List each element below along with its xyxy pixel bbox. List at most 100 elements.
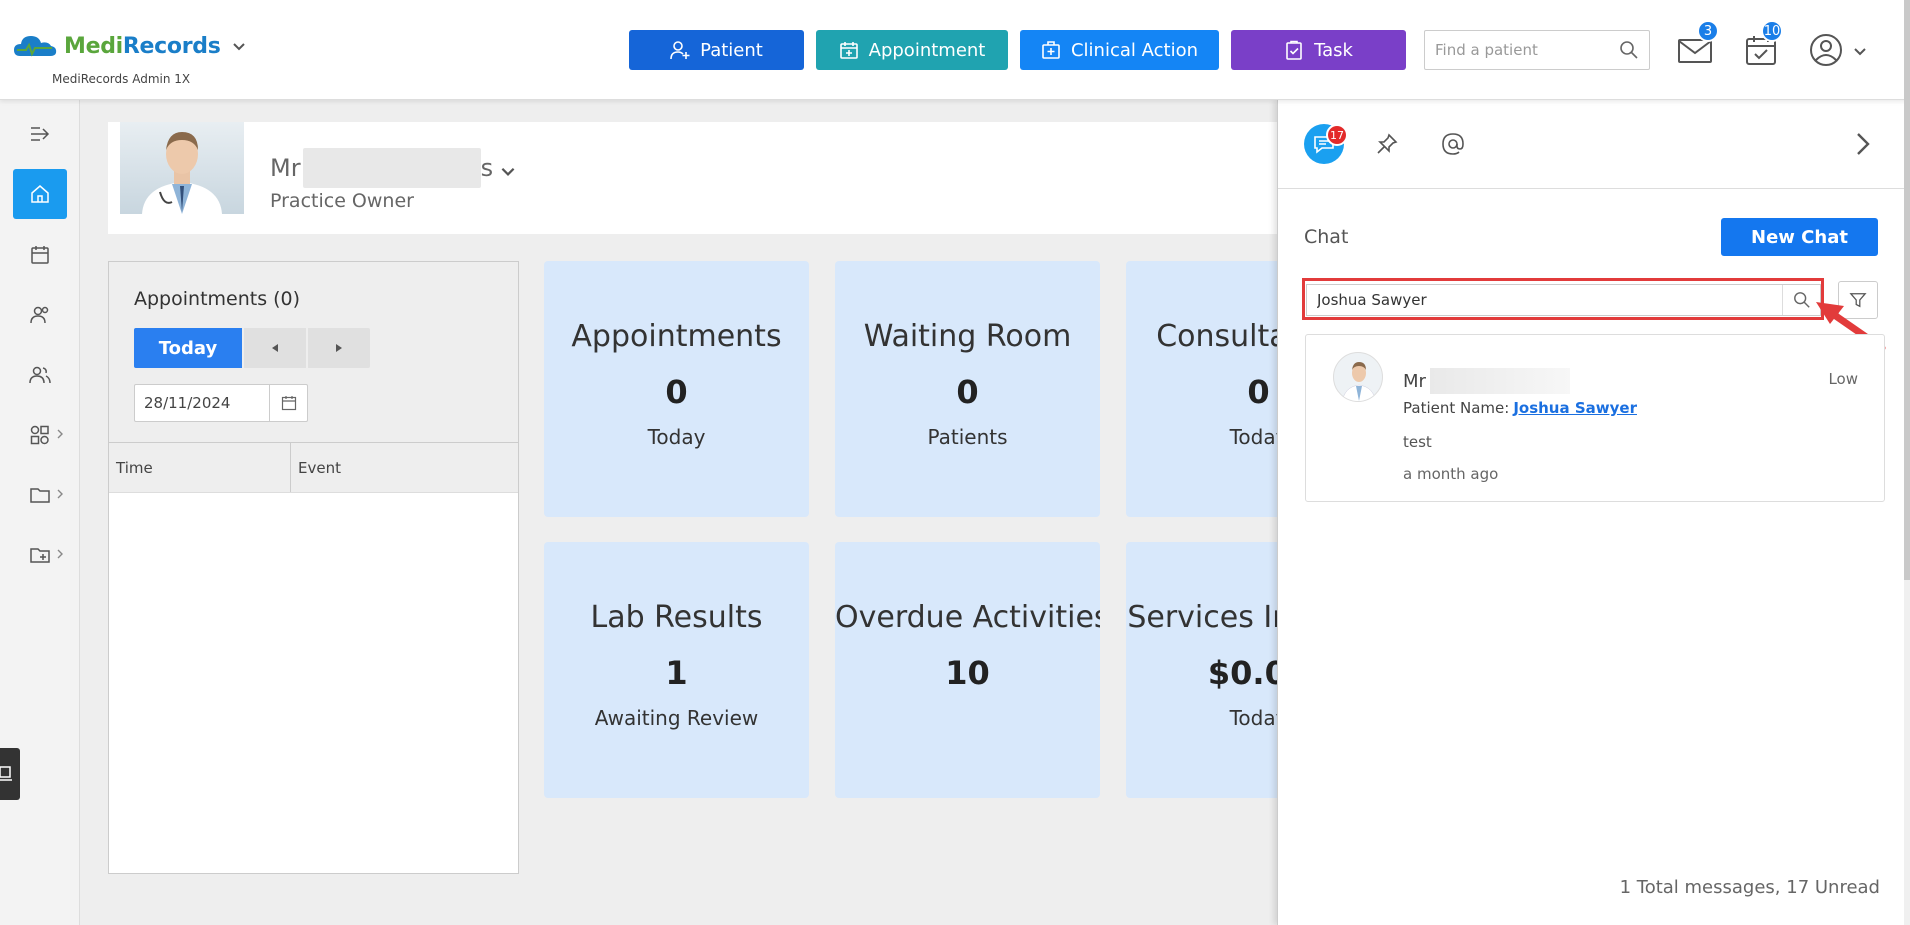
- message-timestamp: a month ago: [1403, 465, 1499, 483]
- device-icon: [0, 766, 12, 781]
- chat-section-title: Chat: [1304, 226, 1349, 248]
- folder-add-icon: [30, 548, 50, 563]
- clinical-action-button-label: Clinical Action: [1070, 39, 1198, 61]
- user-menu[interactable]: [1808, 32, 1872, 68]
- profile-name-prefix: Mr: [270, 154, 301, 182]
- patient-name-link[interactable]: Joshua Sawyer: [1513, 399, 1637, 417]
- tab-pinned[interactable]: [1367, 124, 1407, 164]
- clinical-action-button[interactable]: Clinical Action: [1020, 30, 1219, 70]
- sidebar-item-folder-add[interactable]: [13, 530, 67, 580]
- card-title: Appointments: [571, 319, 782, 354]
- column-header-time[interactable]: Time: [109, 443, 291, 492]
- at-mention-icon: [1442, 133, 1464, 155]
- calendar-icon: [281, 396, 296, 411]
- sidebar-item-folders[interactable]: [13, 470, 67, 520]
- user-avatar-icon: [1810, 34, 1842, 66]
- chat-tab-bar: 17: [1278, 100, 1905, 189]
- patient-search-input[interactable]: [1425, 31, 1605, 69]
- chat-message-summary: 1 Total messages, 17 Unread: [1619, 877, 1880, 898]
- date-input[interactable]: [135, 385, 265, 421]
- sidebar-item-apps[interactable]: [13, 410, 67, 460]
- chat-search: [1306, 284, 1821, 316]
- home-icon: [31, 185, 49, 203]
- chevron-right-icon: [57, 489, 63, 499]
- expand-menu-icon: [31, 127, 50, 141]
- brand-medi: Medi: [64, 33, 123, 59]
- redacted-name: [1429, 368, 1570, 394]
- next-day-button[interactable]: [308, 328, 370, 368]
- sender-prefix: Mr: [1403, 370, 1426, 392]
- profile-name-suffix: s: [480, 154, 494, 182]
- cloud-logo-icon: [14, 36, 57, 57]
- card-title: Overdue Activities: [835, 600, 1100, 635]
- chevron-down-icon[interactable]: [499, 162, 517, 180]
- message-patient: Patient Name: Joshua Sawyer: [1403, 399, 1637, 417]
- card-title: Waiting Room: [863, 319, 1072, 354]
- add-user-icon: [670, 41, 690, 60]
- calendar-count-badge: 10: [1761, 20, 1783, 42]
- doctor-avatar-icon: [1342, 362, 1376, 401]
- date-picker-button[interactable]: [269, 385, 307, 421]
- sidebar-item-home[interactable]: [13, 169, 67, 219]
- card-value: 0: [956, 373, 979, 411]
- message-text: test: [1403, 433, 1432, 451]
- apps-grid-icon: [30, 425, 49, 445]
- patient-button[interactable]: Patient: [629, 30, 804, 70]
- scrollbar-thumb[interactable]: [1904, 0, 1910, 580]
- appointments-title: Appointments (0): [134, 288, 301, 310]
- chat-panel: 17 Chat New Chat Mr: [1277, 100, 1905, 925]
- date-picker: [134, 384, 308, 422]
- folder-icon: [30, 488, 50, 503]
- card-subtitle: Today: [647, 425, 706, 449]
- appointments-panel-header: Appointments (0) Today: [109, 262, 518, 443]
- column-header-event[interactable]: Event: [291, 443, 341, 492]
- profile-role: Practice Owner: [270, 190, 414, 212]
- card-overdue-activities[interactable]: Overdue Activities 10: [835, 542, 1100, 798]
- left-sidebar: [0, 100, 80, 925]
- brand-subtitle: MediRecords Admin 1X: [52, 72, 191, 86]
- previous-day-button[interactable]: [244, 328, 306, 368]
- chevron-down-icon[interactable]: [231, 38, 247, 54]
- caret-right-icon: [336, 344, 342, 352]
- task-button-label: Task: [1314, 39, 1353, 61]
- card-lab-results[interactable]: Lab Results 1 Awaiting Review: [544, 542, 809, 798]
- top-header: MediRecords MediRecords Admin 1X Patient…: [0, 0, 1910, 100]
- page-scrollbar[interactable]: [1904, 0, 1910, 925]
- card-value: 0: [665, 373, 688, 411]
- calendar-tasks-button[interactable]: 10: [1743, 20, 1783, 68]
- chat-search-button[interactable]: [1782, 285, 1820, 315]
- appointments-table-header: Time Event: [109, 443, 518, 493]
- card-waiting-room[interactable]: Waiting Room 0 Patients: [835, 261, 1100, 517]
- sidebar-item-contacts[interactable]: [13, 350, 67, 400]
- search-icon[interactable]: [1619, 40, 1639, 60]
- card-appointments[interactable]: Appointments 0 Today: [544, 261, 809, 517]
- filter-button[interactable]: [1838, 281, 1878, 319]
- search-icon: [1793, 292, 1810, 308]
- chevron-down-icon: [1854, 48, 1866, 56]
- doctor-avatar-icon: [142, 132, 222, 214]
- sidebar-item-patients[interactable]: [13, 290, 67, 340]
- patient-button-label: Patient: [700, 39, 763, 61]
- chevron-right-icon[interactable]: [1851, 130, 1875, 158]
- caret-left-icon: [272, 344, 278, 352]
- appointment-button[interactable]: Appointment: [816, 30, 1008, 70]
- medical-kit-icon: [1042, 41, 1060, 59]
- sidebar-expand-toggle[interactable]: [13, 109, 67, 159]
- brand-name: MediRecords: [64, 34, 221, 59]
- sidebar-item-calendar[interactable]: [13, 230, 67, 280]
- chevron-right-icon: [57, 549, 63, 559]
- message-priority: Low: [1828, 370, 1858, 388]
- chat-search-input[interactable]: [1307, 285, 1777, 315]
- tab-mentions[interactable]: [1433, 124, 1473, 164]
- chat-message-card[interactable]: Mr Low Patient Name: Joshua Sawyer test a…: [1305, 334, 1885, 502]
- side-drawer-tab[interactable]: [0, 748, 20, 800]
- new-chat-button[interactable]: New Chat: [1721, 218, 1878, 256]
- chat-unread-badge: 17: [1326, 124, 1348, 146]
- brand-logo[interactable]: MediRecords: [12, 32, 247, 60]
- task-button[interactable]: Task: [1231, 30, 1406, 70]
- appointment-button-label: Appointment: [868, 39, 986, 61]
- profile-name[interactable]: Mr s: [270, 148, 517, 188]
- profile-card: Mr s Practice Owner: [108, 122, 1278, 234]
- today-button[interactable]: Today: [134, 328, 242, 368]
- mail-button[interactable]: 3: [1677, 20, 1719, 68]
